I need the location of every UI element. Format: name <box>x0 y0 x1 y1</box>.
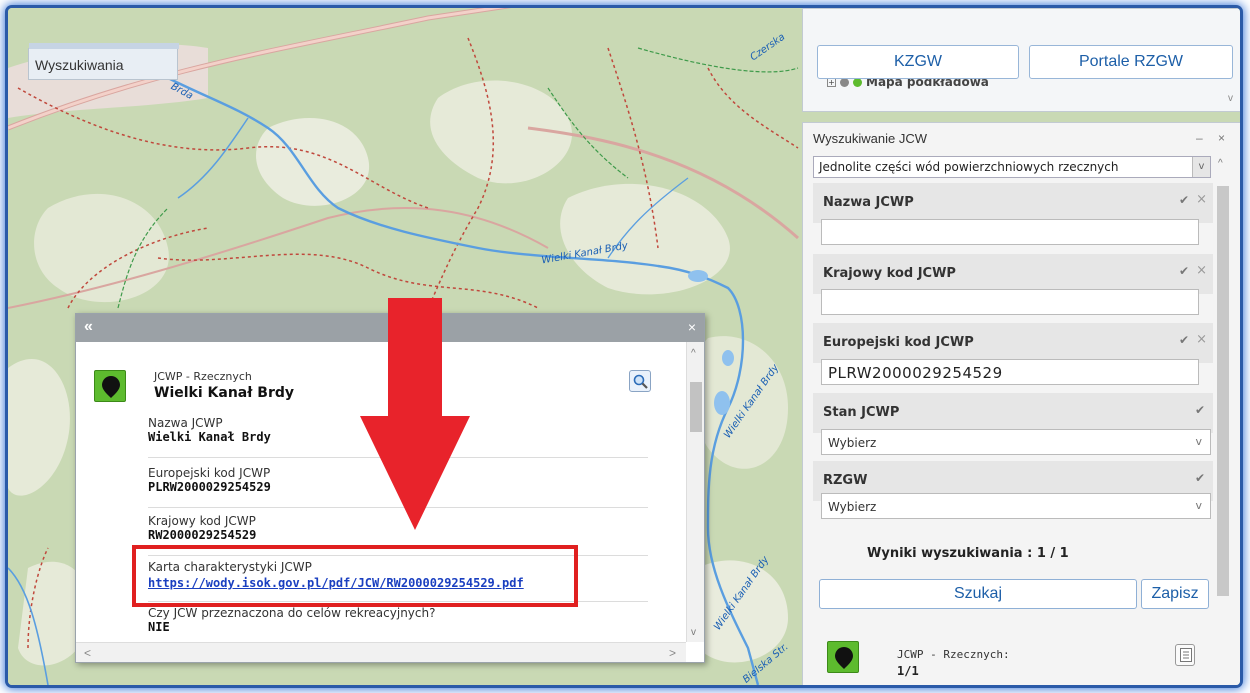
attr-value: Wielki Kanał Brdy <box>148 430 271 444</box>
chevron-down-icon[interactable]: v <box>1195 435 1202 448</box>
red-arrow-icon <box>360 298 470 530</box>
field-header: Stan JCWP ✔ <box>813 393 1213 433</box>
attr-key: Europejski kod JCWP <box>148 466 271 480</box>
result-count: 1/1 <box>897 664 919 678</box>
attr-key: Krajowy kod JCWP <box>148 514 256 528</box>
panel-scrollbar[interactable]: ^ <box>1213 156 1233 656</box>
attr-value: NIE <box>148 620 170 634</box>
scroll-down-icon[interactable]: v <box>691 627 696 638</box>
feature-name: Wielki Kanał Brdy <box>154 385 295 401</box>
collapse-button[interactable]: « <box>84 318 93 336</box>
check-icon[interactable]: ✔ <box>1179 193 1189 207</box>
scroll-up-icon[interactable]: ^ <box>691 348 696 359</box>
search-tab-label: Wyszukiwania <box>35 57 124 73</box>
layers-panel: + Mapa podkładowa KZGW Portale RZGW v <box>802 8 1240 112</box>
tab-bar <box>29 43 179 49</box>
pin-icon <box>827 641 859 673</box>
panel-window-controls[interactable]: – × <box>1196 131 1231 145</box>
scroll-right-icon[interactable]: > <box>669 646 676 660</box>
chevron-down-icon[interactable]: v <box>1192 157 1210 177</box>
check-icon[interactable]: ✔ <box>1179 264 1189 278</box>
document-icon[interactable] <box>1175 644 1195 666</box>
clear-icon[interactable]: × <box>1196 332 1207 347</box>
chevron-down-icon[interactable]: v <box>1195 499 1202 512</box>
rzgw-select-value: Wybierz <box>828 500 877 514</box>
jcwp-name-input[interactable] <box>821 219 1199 245</box>
attr-key: Czy JCW przeznaczona do celów rekreacyjn… <box>148 606 436 620</box>
clear-icon[interactable]: × <box>1196 192 1207 207</box>
jcw-type-select[interactable]: Jednolite części wód powierzchniowych rz… <box>813 156 1211 178</box>
scroll-up-icon[interactable]: ^ <box>1218 158 1223 169</box>
feature-type: JCWP - Rzecznych <box>154 370 252 383</box>
app-frame: Wyszukiwania Brda Wielki Kanał Brdy Wiel… <box>8 8 1240 685</box>
field-header: Krajowy kod JCWP ✔ × <box>813 254 1213 294</box>
scroll-left-icon[interactable]: < <box>84 646 91 660</box>
status-select[interactable]: Wybierz v <box>821 429 1211 455</box>
scroll-thumb[interactable] <box>690 382 702 432</box>
attr-value: PLRW2000029254529 <box>148 480 271 494</box>
popup-horizontal-scrollbar[interactable]: < > <box>76 642 686 662</box>
expand-icon[interactable]: + <box>827 78 836 87</box>
search-tab[interactable]: Wyszukiwania <box>28 43 179 80</box>
check-icon[interactable]: ✔ <box>1179 333 1189 347</box>
field-header: Nazwa JCWP ✔ × <box>813 183 1213 223</box>
close-icon[interactable]: × <box>688 319 696 335</box>
portale-rzgw-button[interactable]: Portale RZGW <box>1029 45 1233 79</box>
field-header: Europejski kod JCWP ✔ × <box>813 323 1213 363</box>
jcw-type-value: Jednolite części wód powierzchniowych rz… <box>819 160 1119 174</box>
field-label: Stan JCWP <box>823 405 900 420</box>
results-summary: Wyniki wyszukiwania : 1 / 1 <box>867 546 1069 561</box>
field-label: Nazwa JCWP <box>823 195 914 210</box>
attr-row: Czy JCW przeznaczona do celów rekreacyjn… <box>148 602 648 642</box>
status-select-value: Wybierz <box>828 436 877 450</box>
chevron-down-icon[interactable]: v <box>1228 93 1233 104</box>
attr-key: Nazwa JCWP <box>148 416 223 430</box>
clear-icon[interactable]: × <box>1196 263 1207 278</box>
national-code-input[interactable] <box>821 289 1199 315</box>
field-label: Krajowy kod JCWP <box>823 266 956 281</box>
check-icon[interactable]: ✔ <box>1195 471 1205 485</box>
scroll-thumb[interactable] <box>1217 186 1229 596</box>
search-panel: Wyszukiwanie JCW – × Jednolite części wó… <box>802 122 1240 685</box>
link-highlight-box <box>132 545 578 607</box>
field-label: Europejski kod JCWP <box>823 335 974 350</box>
rzgw-select[interactable]: Wybierz v <box>821 493 1211 519</box>
search-button[interactable]: Szukaj <box>819 579 1137 609</box>
pin-icon <box>94 370 126 402</box>
result-type: JCWP - Rzecznych: <box>897 648 1010 661</box>
field-label: RZGW <box>823 473 868 488</box>
visibility-icon[interactable] <box>840 78 849 87</box>
zoom-to-icon[interactable] <box>629 370 651 392</box>
attr-value: RW2000029254529 <box>148 528 257 542</box>
popup-vertical-scrollbar[interactable]: ^ v <box>686 342 704 642</box>
kzgw-button[interactable]: KZGW <box>817 45 1019 79</box>
check-icon[interactable]: ✔ <box>1195 403 1205 417</box>
panel-title: Wyszukiwanie JCW <box>813 131 928 146</box>
european-code-input[interactable]: PLRW2000029254529 <box>821 359 1199 385</box>
status-icon <box>853 78 862 87</box>
save-button[interactable]: Zapisz <box>1141 579 1209 609</box>
